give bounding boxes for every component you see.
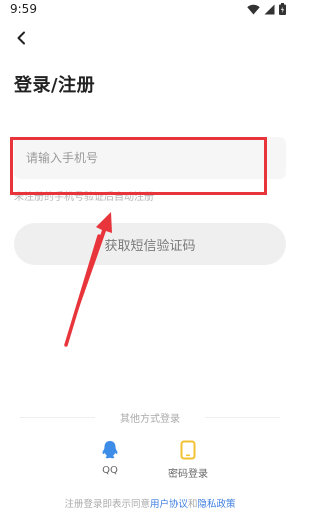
qq-login-button[interactable]: QQ	[75, 440, 145, 476]
signal-icon	[264, 4, 275, 14]
divider-line	[205, 417, 280, 418]
password-login-button[interactable]: 密码登录	[153, 440, 223, 480]
qq-login-label: QQ	[102, 465, 118, 476]
battery-icon	[279, 3, 286, 15]
back-button[interactable]	[10, 27, 32, 49]
chevron-left-icon	[17, 31, 25, 45]
privacy-policy-link[interactable]: 隐私政策	[198, 499, 236, 510]
status-bar: 9:59	[0, 0, 300, 20]
password-login-label: 密码登录	[168, 469, 208, 480]
agreement-and: 和	[188, 499, 198, 510]
status-icons	[247, 3, 286, 15]
wifi-icon	[247, 4, 260, 14]
other-methods-divider: 其他方式登录	[20, 410, 280, 425]
agreement-text: 注册登录即表示同意用户协议和隐私政策	[0, 496, 300, 510]
tablet-icon	[180, 440, 196, 460]
get-sms-code-button[interactable]: 获取短信验证码	[14, 223, 286, 265]
agreement-prefix: 注册登录即表示同意	[64, 499, 150, 510]
qq-icon	[102, 441, 118, 459]
annotation-highlight-box	[10, 137, 267, 195]
page-title: 登录/注册	[14, 75, 96, 96]
user-agreement-link[interactable]: 用户协议	[150, 499, 188, 510]
status-time: 9:59	[10, 2, 37, 16]
login-screen: 9:59 登录/注册 未注册的手机号验证后自动注册 获取短信验证码	[0, 0, 300, 528]
